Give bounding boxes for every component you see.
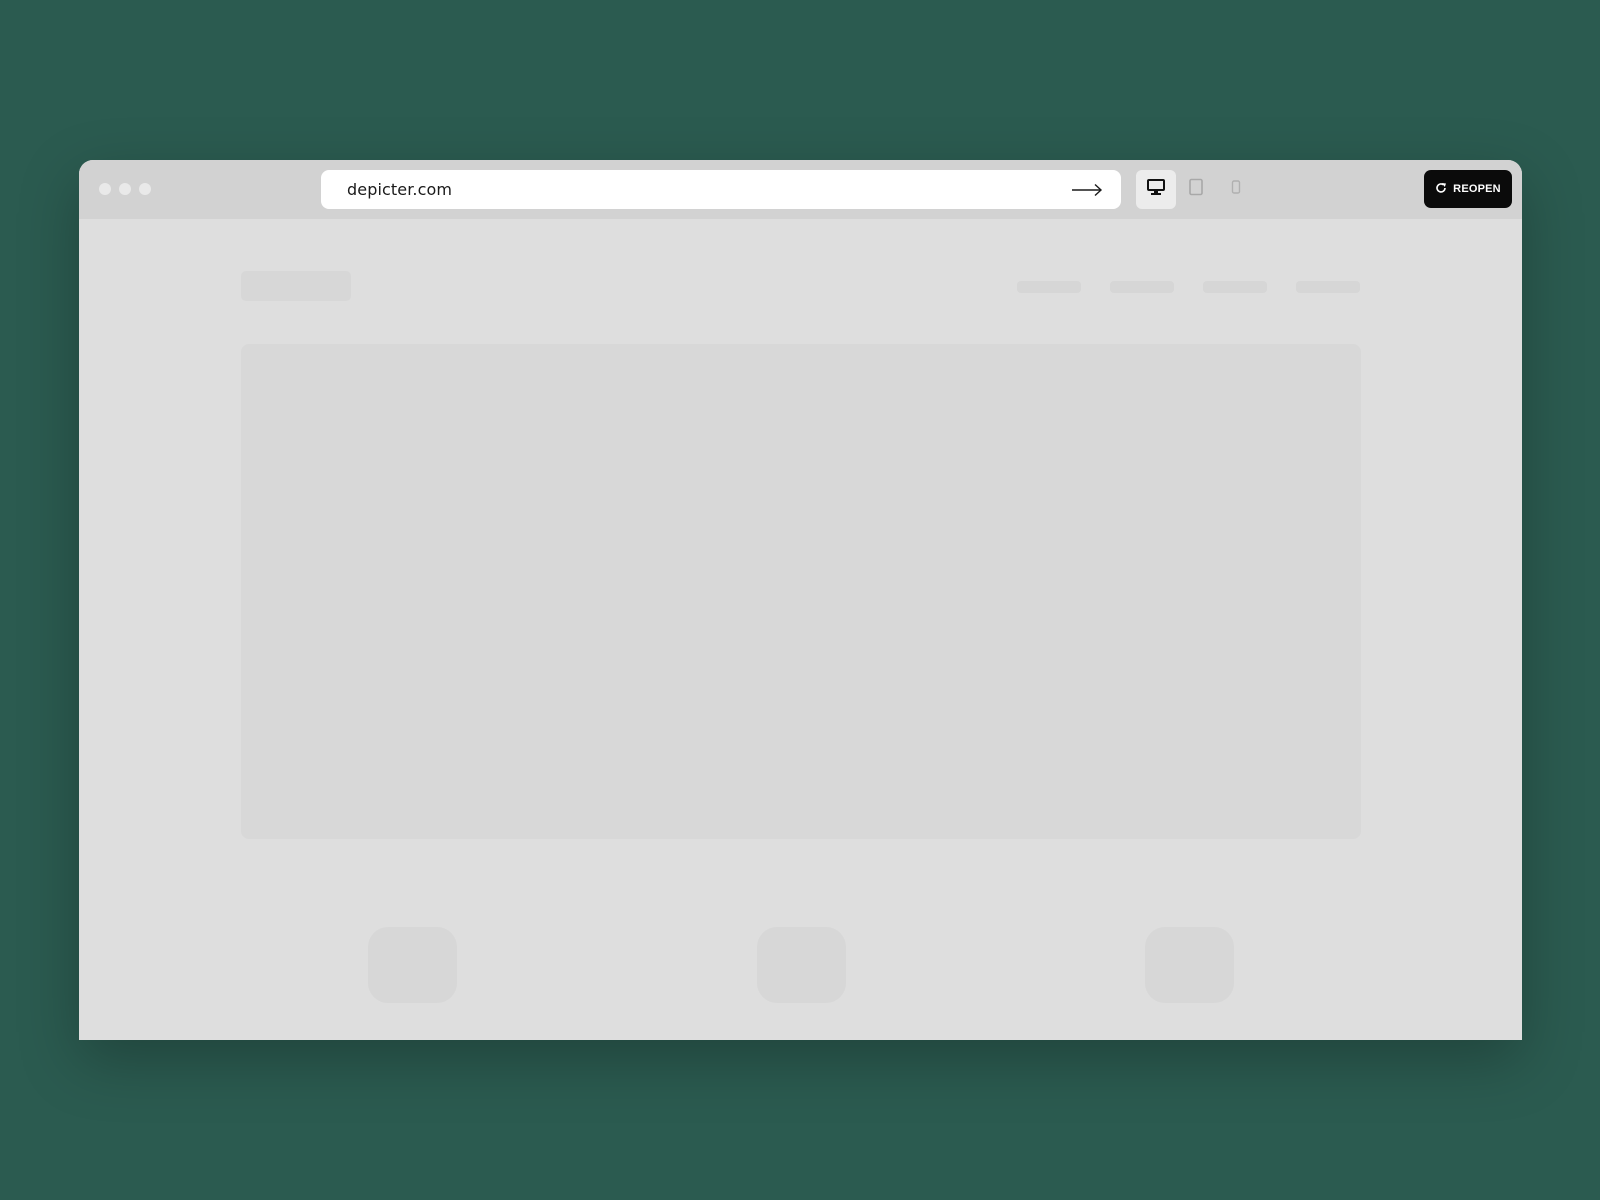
- monitor-icon: [1146, 178, 1166, 201]
- tablet-icon: [1188, 178, 1204, 201]
- mobile-view-button[interactable]: [1216, 170, 1256, 209]
- feature-card-placeholder: [757, 927, 846, 1003]
- browser-window: depicter.com REOPEN: [79, 160, 1522, 1040]
- browser-toolbar: depicter.com REOPEN: [79, 160, 1522, 219]
- feature-card-placeholder: [368, 927, 457, 1003]
- window-maximize-dot[interactable]: [139, 183, 151, 195]
- nav-placeholder: [1203, 281, 1267, 293]
- go-arrow-icon[interactable]: [1069, 182, 1103, 198]
- reopen-button[interactable]: REOPEN: [1424, 170, 1512, 208]
- desktop-view-button[interactable]: [1136, 170, 1176, 209]
- reopen-label: REOPEN: [1453, 183, 1501, 195]
- nav-placeholder: [1110, 281, 1174, 293]
- url-bar[interactable]: depicter.com: [321, 170, 1121, 209]
- window-close-dot[interactable]: [99, 183, 111, 195]
- page-content-skeleton: [79, 219, 1522, 1040]
- logo-placeholder: [241, 271, 351, 301]
- window-minimize-dot[interactable]: [119, 183, 131, 195]
- nav-placeholder: [1017, 281, 1081, 293]
- url-text[interactable]: depicter.com: [347, 180, 1069, 199]
- window-controls: [99, 183, 151, 195]
- reload-icon: [1435, 182, 1447, 197]
- feature-card-placeholder: [1145, 927, 1234, 1003]
- nav-placeholder: [1296, 281, 1360, 293]
- hero-placeholder: [241, 344, 1361, 839]
- phone-icon: [1231, 179, 1241, 200]
- tablet-view-button[interactable]: [1176, 170, 1216, 209]
- device-switcher: [1136, 170, 1256, 209]
